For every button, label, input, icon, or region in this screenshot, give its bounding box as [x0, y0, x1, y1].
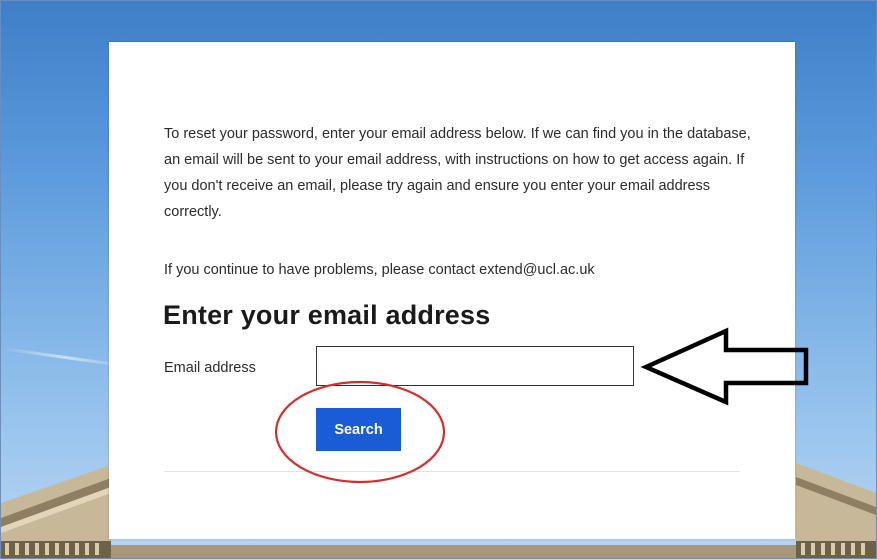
- page-title: Enter your email address: [163, 300, 491, 330]
- intro-text: To reset your password, enter your email…: [164, 126, 751, 220]
- email-field[interactable]: [316, 346, 634, 386]
- divider: [164, 471, 740, 472]
- email-label: Email address: [164, 360, 256, 376]
- search-button[interactable]: Search: [316, 408, 401, 451]
- contact-text: If you continue to have problems, please…: [164, 262, 595, 278]
- reset-password-card: To reset your password, enter your email…: [109, 42, 795, 539]
